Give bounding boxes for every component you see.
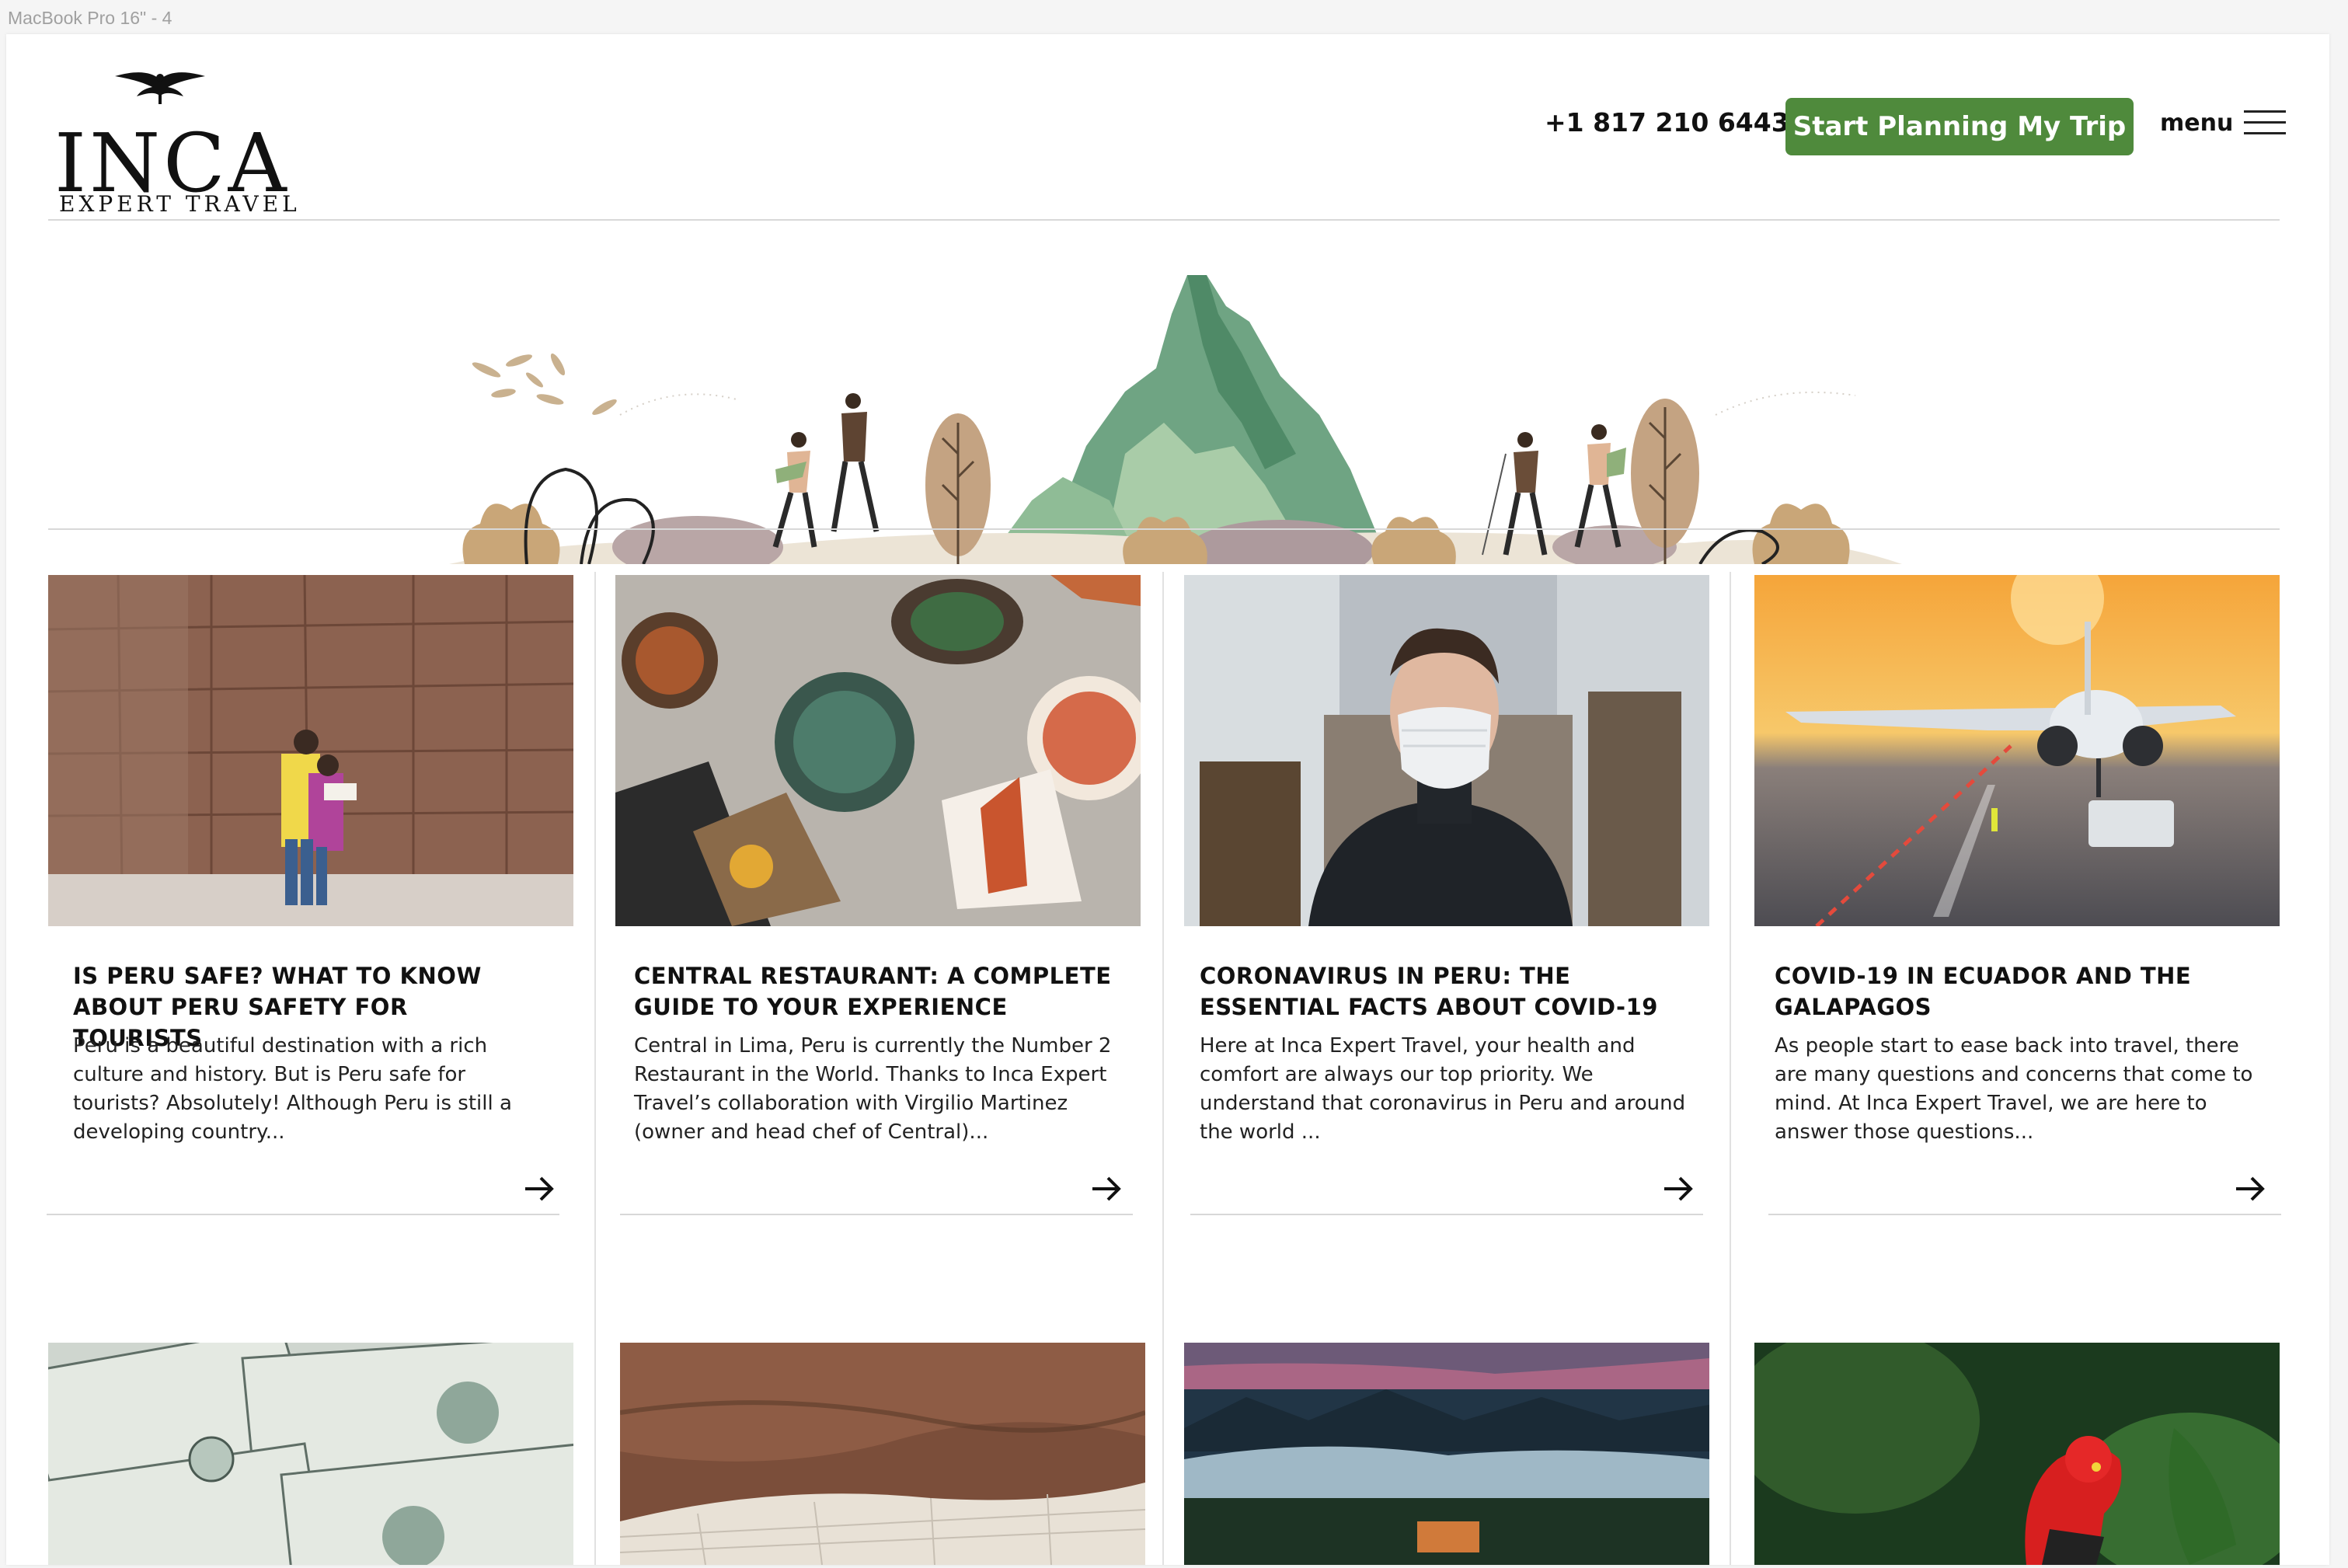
article-excerpt: As people start to ease back into travel… <box>1775 1034 2253 1144</box>
mountain-hikers-illustration <box>449 275 1902 564</box>
arrow-right-icon[interactable] <box>1089 1173 1123 1204</box>
card-divider <box>1190 1214 1703 1215</box>
article-image[interactable] <box>615 575 1141 926</box>
article-image[interactable] <box>620 1343 1145 1565</box>
logo[interactable]: INCA EXPERT TRAVEL <box>51 68 297 217</box>
phone-number[interactable]: +1 817 210 6443 <box>1545 107 1789 138</box>
column-divider <box>1730 572 1731 1565</box>
page: INCA EXPERT TRAVEL +1 817 210 6443 Start… <box>6 34 2329 1565</box>
menu-button[interactable]: menu <box>2160 109 2287 137</box>
menu-label: menu <box>2160 109 2234 137</box>
card-divider <box>1768 1214 2281 1215</box>
article-title[interactable]: CORONAVIRUS IN PERU: THE ESSENTIAL FACTS… <box>1200 960 1681 1023</box>
article-image[interactable] <box>1184 575 1709 926</box>
column-divider <box>594 572 596 1565</box>
article-title[interactable]: CENTRAL RESTAURANT: A COMPLETE GUIDE TO … <box>634 960 1116 1023</box>
condor-icon <box>115 72 205 104</box>
article-title[interactable]: COVID-19 IN ECUADOR AND THE GALAPAGOS <box>1775 960 2256 1023</box>
hero-divider <box>48 528 2280 530</box>
article-excerpt: Here at Inca Expert Travel, your health … <box>1200 1034 1686 1144</box>
article-card[interactable]: COVID-19 IN ECUADOR AND THE GALAPAGOS As… <box>1754 575 2281 1220</box>
article-image[interactable] <box>48 575 573 926</box>
article-card[interactable]: CENTRAL RESTAURANT: A COMPLETE GUIDE TO … <box>615 575 1141 1220</box>
frame-label: MacBook Pro 16" - 4 <box>8 8 172 28</box>
card-divider <box>620 1214 1133 1215</box>
article-excerpt: Peru is a beautiful destination with a r… <box>73 1034 512 1144</box>
article-excerpt: Central in Lima, Peru is currently the N… <box>634 1034 1112 1144</box>
card-divider <box>47 1214 559 1215</box>
article-card[interactable]: CORONAVIRUS IN PERU: THE ESSENTIAL FACTS… <box>1184 575 1709 1220</box>
article-image[interactable] <box>48 1343 573 1565</box>
arrow-right-icon[interactable] <box>2233 1173 2267 1204</box>
hamburger-icon <box>2244 109 2287 137</box>
article-image[interactable] <box>1754 1343 2280 1565</box>
start-planning-button[interactable]: Start Planning My Trip <box>1785 98 2134 155</box>
article-image[interactable] <box>1184 1343 1709 1565</box>
logo-subtitle: EXPERT TRAVEL <box>59 191 301 217</box>
arrow-right-icon[interactable] <box>522 1173 556 1204</box>
article-card[interactable]: IS PERU SAFE? WHAT TO KNOW ABOUT PERU SA… <box>47 575 573 1220</box>
article-image[interactable] <box>1754 575 2280 926</box>
arrow-right-icon[interactable] <box>1661 1173 1695 1204</box>
column-divider <box>1162 572 1164 1565</box>
